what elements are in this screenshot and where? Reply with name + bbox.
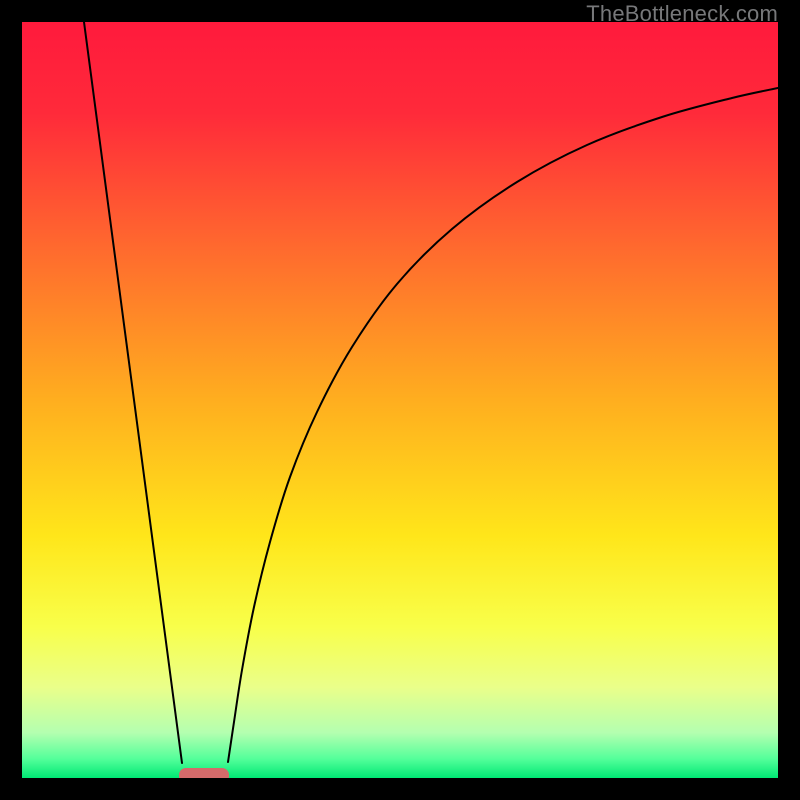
optimal-marker: [179, 768, 229, 778]
chart-frame: [22, 22, 778, 778]
watermark: TheBottleneck.com: [586, 1, 778, 27]
bottleneck-chart: [22, 22, 778, 778]
gradient-background: [22, 22, 778, 778]
